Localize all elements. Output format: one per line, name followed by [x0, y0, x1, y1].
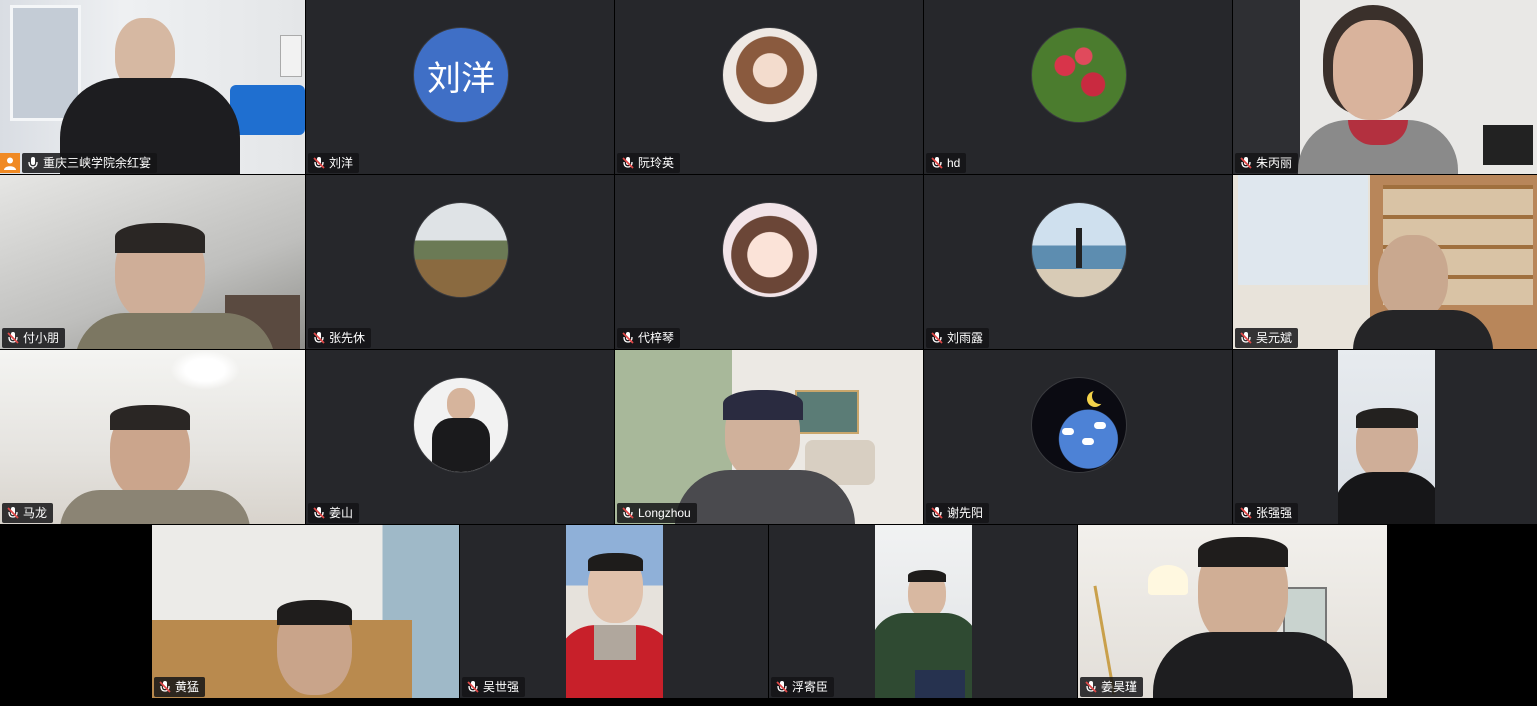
participant-label: 刘雨露 — [926, 328, 990, 348]
participant-name: 付小朋 — [23, 331, 60, 345]
mic-muted-icon — [1240, 507, 1252, 519]
mic-muted-icon — [313, 332, 325, 344]
camera-feed — [1338, 350, 1435, 524]
video-tile-13[interactable]: 谢先阳 — [924, 350, 1232, 524]
mic-muted-icon — [1085, 681, 1097, 693]
mic-muted-icon — [622, 332, 634, 344]
avatar — [1031, 202, 1127, 298]
participant-name: 张先休 — [329, 331, 366, 345]
participant-name: 吴元斌 — [1256, 331, 1293, 345]
mic-muted-icon — [931, 507, 943, 519]
participant-name: 谢先阳 — [947, 506, 984, 520]
participant-label: 阮玲英 — [617, 153, 681, 173]
video-tile-14[interactable]: 张强强 — [1233, 350, 1537, 524]
video-tile-2[interactable]: 阮玲英 — [615, 0, 923, 174]
video-tile-9[interactable]: 吴元斌 — [1233, 175, 1537, 349]
participant-name: 浮寄臣 — [792, 680, 829, 694]
participant-name: 姜昊瑾 — [1101, 680, 1138, 694]
video-tile-4[interactable]: 朱丙丽 — [1233, 0, 1537, 174]
video-tile-15[interactable]: 黄猛 — [152, 525, 459, 698]
mic-muted-icon — [159, 681, 171, 693]
avatar — [1031, 377, 1127, 473]
camera-feed — [615, 350, 923, 524]
video-tile-0[interactable]: 重庆三峡学院余红宴 — [0, 0, 305, 174]
participant-label: 谢先阳 — [926, 503, 990, 523]
avatar — [1031, 27, 1127, 123]
video-tile-5[interactable]: 付小朋 — [0, 175, 305, 349]
video-tile-3[interactable]: hd — [924, 0, 1232, 174]
participant-name: 张强强 — [1256, 506, 1293, 520]
video-tile-18[interactable]: 姜昊瑾 — [1078, 525, 1387, 698]
participant-label: 张先休 — [308, 328, 372, 348]
video-tile-10[interactable]: 马龙 — [0, 350, 305, 524]
mic-muted-icon — [313, 507, 325, 519]
participant-name: hd — [947, 156, 961, 170]
participant-name: 刘洋 — [329, 156, 354, 170]
camera-feed — [0, 175, 305, 349]
camera-feed — [1078, 525, 1387, 698]
mic-muted-icon — [1240, 157, 1252, 169]
participant-label: 吴元斌 — [1235, 328, 1299, 348]
camera-feed — [1233, 0, 1537, 174]
mic-muted-icon — [313, 157, 325, 169]
mic-muted-icon — [1240, 332, 1252, 344]
participant-label: 马龙 — [2, 503, 54, 523]
video-tile-12[interactable]: Longzhou — [615, 350, 923, 524]
participant-name: 刘雨露 — [947, 331, 984, 345]
participant-label: 付小朋 — [2, 328, 66, 348]
participant-name: 阮玲英 — [638, 156, 675, 170]
host-icon — [0, 153, 20, 173]
participant-name: 吴世强 — [483, 680, 520, 694]
mic-muted-icon — [622, 507, 634, 519]
participant-label: 姜山 — [308, 503, 360, 523]
mic-muted-icon — [467, 681, 479, 693]
camera-feed — [875, 525, 972, 698]
participant-name: 黄猛 — [175, 680, 200, 694]
camera-feed — [0, 350, 305, 524]
participant-label: 黄猛 — [154, 677, 206, 697]
participant-label: 朱丙丽 — [1235, 153, 1299, 173]
video-tile-16[interactable]: 吴世强 — [460, 525, 768, 698]
participant-name: 代梓琴 — [638, 331, 675, 345]
participant-label: 重庆三峡学院余红宴 — [22, 153, 158, 173]
video-tile-8[interactable]: 刘雨露 — [924, 175, 1232, 349]
mic-muted-icon — [7, 332, 19, 344]
mic-muted-icon — [931, 157, 943, 169]
camera-feed — [1233, 175, 1537, 349]
mic-muted-icon — [7, 507, 19, 519]
participant-label: 代梓琴 — [617, 328, 681, 348]
participant-label: 浮寄臣 — [771, 677, 835, 697]
participant-label: hd — [926, 153, 967, 173]
participant-label: 姜昊瑾 — [1080, 677, 1144, 697]
participant-name: Longzhou — [638, 506, 691, 520]
mic-muted-icon — [931, 332, 943, 344]
video-tile-1[interactable]: 刘洋 刘洋 — [306, 0, 614, 174]
participant-name: 姜山 — [329, 506, 354, 520]
avatar — [413, 202, 509, 298]
participant-label: Longzhou — [617, 503, 697, 523]
participant-label: 刘洋 — [308, 153, 360, 173]
mic-icon — [28, 157, 38, 169]
participant-label: 张强强 — [1235, 503, 1299, 523]
camera-feed — [566, 525, 663, 698]
avatar: 刘洋 — [413, 27, 509, 123]
camera-feed — [0, 0, 305, 174]
mic-muted-icon — [622, 157, 634, 169]
avatar — [722, 202, 818, 298]
video-tile-17[interactable]: 浮寄臣 — [769, 525, 1077, 698]
participant-name: 重庆三峡学院余红宴 — [43, 156, 152, 170]
participant-name: 马龙 — [23, 506, 48, 520]
participant-label: 吴世强 — [462, 677, 526, 697]
avatar — [413, 377, 509, 473]
avatar — [722, 27, 818, 123]
participant-name: 朱丙丽 — [1256, 156, 1293, 170]
mic-muted-icon — [776, 681, 788, 693]
video-tile-7[interactable]: 代梓琴 — [615, 175, 923, 349]
video-tile-11[interactable]: 姜山 — [306, 350, 614, 524]
camera-feed — [152, 525, 459, 698]
video-tile-6[interactable]: 张先休 — [306, 175, 614, 349]
